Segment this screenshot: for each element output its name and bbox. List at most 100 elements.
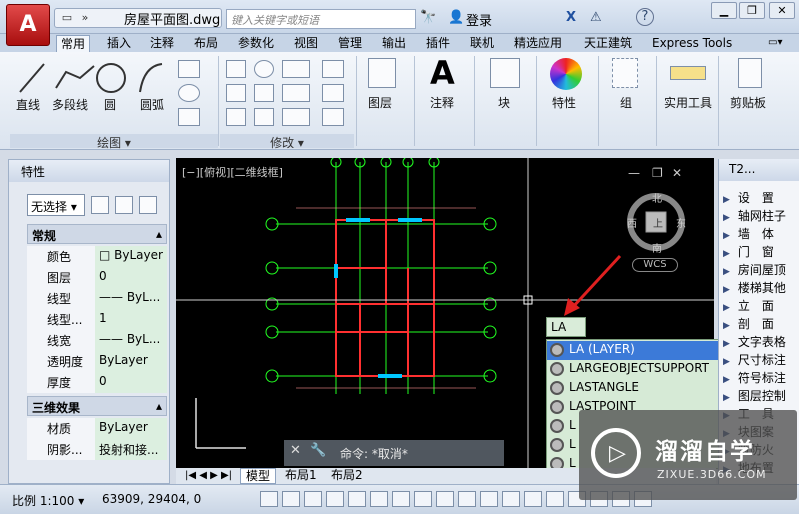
tab-parametric[interactable]: 参数化 (234, 35, 278, 52)
tab-layout1[interactable]: 布局1 (280, 468, 322, 484)
minimize-button[interactable]: ▁ (711, 2, 737, 19)
search-icon[interactable]: 🔭 (420, 10, 436, 25)
property-value[interactable]: □ ByLayer (95, 246, 167, 267)
tab-model[interactable]: 模型 (240, 468, 277, 484)
qat-more-icon[interactable]: » (77, 11, 93, 25)
property-value[interactable]: 1 (95, 309, 167, 330)
tab-online[interactable]: 联机 (466, 35, 498, 52)
viewport-restore-icon[interactable]: ❐ (652, 166, 663, 180)
property-row[interactable]: 线型 —— ByL... (27, 288, 167, 309)
layers-button[interactable]: 图层 (368, 94, 392, 111)
quick-props-icon[interactable] (480, 491, 498, 507)
stretch-icon[interactable] (226, 108, 246, 126)
explode-icon[interactable] (322, 84, 344, 102)
palette-item[interactable]: ▶ 尺寸标注 (723, 351, 799, 368)
new-file-icon[interactable]: ▭ (59, 11, 75, 25)
property-row[interactable]: 线型... 1 (27, 309, 167, 330)
tab-nav-icon[interactable]: |◀ ◀ ▶ ▶| (180, 468, 237, 484)
restore-button[interactable]: ❐ (739, 2, 765, 19)
search-input[interactable]: 键入关键字或短语 (226, 9, 416, 29)
viewcube-west[interactable]: 西 (627, 215, 637, 230)
ribbon-toggle-icon[interactable]: ▭▾ (764, 35, 786, 52)
viewcube-east[interactable]: 东 (676, 215, 686, 230)
property-value[interactable]: 0 (95, 372, 167, 393)
annotation-monitor-icon[interactable] (524, 491, 542, 507)
clipboard-button[interactable]: 剪贴板 (730, 94, 766, 111)
snap-icon[interactable] (260, 491, 278, 507)
palette-item[interactable]: ▶ 图层控制 (723, 387, 799, 404)
autocomplete-item[interactable]: LA (LAYER) (547, 341, 727, 360)
help-icon[interactable]: ? (636, 8, 654, 26)
move-icon[interactable] (226, 60, 246, 78)
otrack-icon[interactable] (370, 491, 388, 507)
application-menu-button[interactable]: A (6, 4, 50, 46)
copy-icon[interactable] (226, 84, 246, 102)
palette-item[interactable]: ▶ 符号标注 (723, 369, 799, 386)
palette-item[interactable]: ▶ 剖 面 (723, 315, 799, 332)
property-value[interactable]: ByLayer (95, 351, 167, 372)
exchange-icon[interactable]: X (566, 10, 576, 25)
hatch-icon[interactable] (178, 108, 200, 126)
erase-icon[interactable] (322, 60, 344, 78)
lineweight-icon[interactable] (436, 491, 454, 507)
viewcube-top[interactable]: 上 (653, 215, 663, 230)
command-line[interactable]: ✕ 🔧 命令: *取消* (284, 440, 504, 466)
login-link[interactable]: 登录 (466, 10, 492, 29)
measure-icon[interactable] (670, 66, 706, 80)
tab-layout[interactable]: 布局 (190, 35, 222, 52)
block-button[interactable]: 块 (498, 94, 510, 111)
group-modify-label[interactable]: 修改 ▾ (220, 134, 354, 150)
layers-icon[interactable] (368, 58, 396, 88)
property-row[interactable]: 厚度 0 (27, 372, 167, 393)
property-row[interactable]: 颜色 □ ByLayer (27, 246, 167, 267)
property-value[interactable]: —— ByL... (95, 288, 167, 309)
properties-button[interactable]: 特性 (552, 94, 576, 111)
section-3d-effects[interactable]: 三维效果 ▴ (27, 396, 167, 416)
tab-insert[interactable]: 插入 (103, 35, 135, 52)
autocomplete-item[interactable]: LARGEOBJECTSUPPORT (547, 360, 727, 379)
viewport-close-icon[interactable]: ✕ (672, 166, 682, 180)
ellipse-icon[interactable] (178, 84, 200, 102)
rotate-icon[interactable] (254, 60, 274, 78)
ortho-icon[interactable] (304, 491, 322, 507)
coordinates-readout[interactable]: 63909, 29404, 0 (102, 492, 201, 506)
dyn-icon[interactable] (414, 491, 432, 507)
grid-icon[interactable] (282, 491, 300, 507)
group-draw-label[interactable]: 绘图 ▾ (10, 134, 218, 150)
transparency-icon[interactable] (458, 491, 476, 507)
tab-annotate[interactable]: 注释 (146, 35, 178, 52)
model-icon[interactable] (546, 491, 564, 507)
selection-cycling-icon[interactable] (502, 491, 520, 507)
tab-output[interactable]: 输出 (378, 35, 410, 52)
draw-tools-icons[interactable] (16, 58, 166, 98)
property-value[interactable]: ByLayer (95, 418, 167, 439)
block-icon[interactable] (490, 58, 520, 88)
palette-title[interactable]: T2... (719, 159, 799, 181)
group-button[interactable]: 组 (620, 94, 632, 111)
rectangle-icon[interactable] (178, 60, 200, 78)
toggle-pickadd-icon[interactable] (91, 196, 109, 214)
palette-item[interactable]: ▶ 轴网柱子 (723, 207, 799, 224)
tab-plugins[interactable]: 插件 (422, 35, 454, 52)
property-row[interactable]: 线宽 —— ByL... (27, 330, 167, 351)
clipboard-icon[interactable] (738, 58, 762, 88)
utilities-button[interactable]: 实用工具 (664, 94, 712, 111)
scale-dropdown[interactable]: 比例 1:100 ▾ (12, 492, 84, 509)
palette-item[interactable]: ▶ 墙 体 (723, 225, 799, 242)
section-general[interactable]: 常规 ▴ (27, 224, 167, 244)
palette-item[interactable]: ▶ 门 窗 (723, 243, 799, 260)
annotation-icon[interactable]: A (430, 54, 455, 92)
scale-icon[interactable] (254, 108, 274, 126)
tab-home[interactable]: 常用 (56, 35, 91, 52)
property-row[interactable]: 材质 ByLayer (27, 418, 167, 439)
arc-button[interactable]: 圆弧 (140, 96, 164, 113)
command-close-icon[interactable]: ✕ (290, 443, 301, 458)
polar-icon[interactable] (326, 491, 344, 507)
palette-item[interactable]: ▶ 房间屋顶 (723, 261, 799, 278)
property-value[interactable]: 0 (95, 267, 167, 288)
wcs-menu[interactable]: WCS (632, 258, 678, 272)
palette-item[interactable]: ▶ 楼梯其他 (723, 279, 799, 296)
osnap-icon[interactable] (348, 491, 366, 507)
property-value[interactable]: 投射和接... (95, 439, 167, 460)
command-input[interactable]: LA (546, 317, 586, 337)
